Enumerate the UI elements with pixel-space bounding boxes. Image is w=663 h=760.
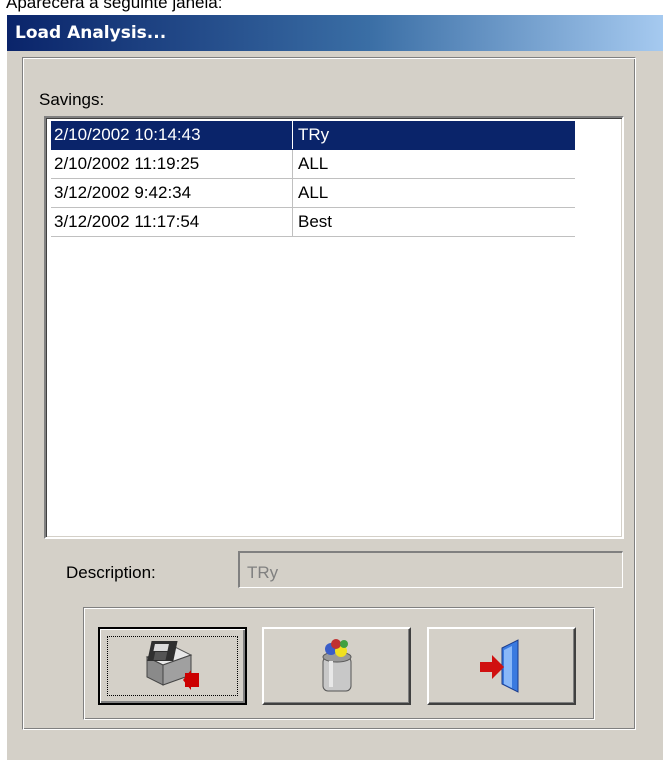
row-date: 3/12/2002 9:42:34 (51, 179, 293, 207)
exit-button[interactable] (427, 627, 576, 705)
row-description: TRy (298, 125, 330, 144)
caption-text: Aparecerá a seguinte janela: (6, 0, 223, 12)
list-row[interactable]: 3/12/2002 9:42:34 ALL (51, 179, 575, 208)
savings-label: Savings: (39, 90, 105, 109)
delete-button[interactable] (262, 627, 411, 705)
savings-list[interactable]: 2/10/2002 10:14:43 TRy 2/10/2002 11:19:2… (44, 116, 624, 539)
load-button[interactable] (98, 627, 247, 705)
list-row[interactable]: 3/12/2002 11:17:54 Best (51, 208, 575, 237)
list-row[interactable]: 2/10/2002 11:19:25 ALL (51, 150, 575, 179)
row-date: 3/12/2002 11:17:54 (51, 208, 293, 236)
description-label: Description: (66, 563, 156, 582)
window-title: Load Analysis... (15, 23, 167, 43)
list-row[interactable]: 2/10/2002 10:14:43 TRy (51, 121, 575, 150)
description-field[interactable] (238, 551, 623, 588)
row-description: ALL (298, 154, 329, 173)
row-description: Best (298, 212, 333, 231)
row-date: 2/10/2002 10:14:43 (51, 121, 293, 149)
row-description: ALL (298, 183, 329, 202)
title-bar[interactable]: Load Analysis... (7, 15, 663, 51)
row-date: 2/10/2002 11:19:25 (51, 150, 293, 178)
